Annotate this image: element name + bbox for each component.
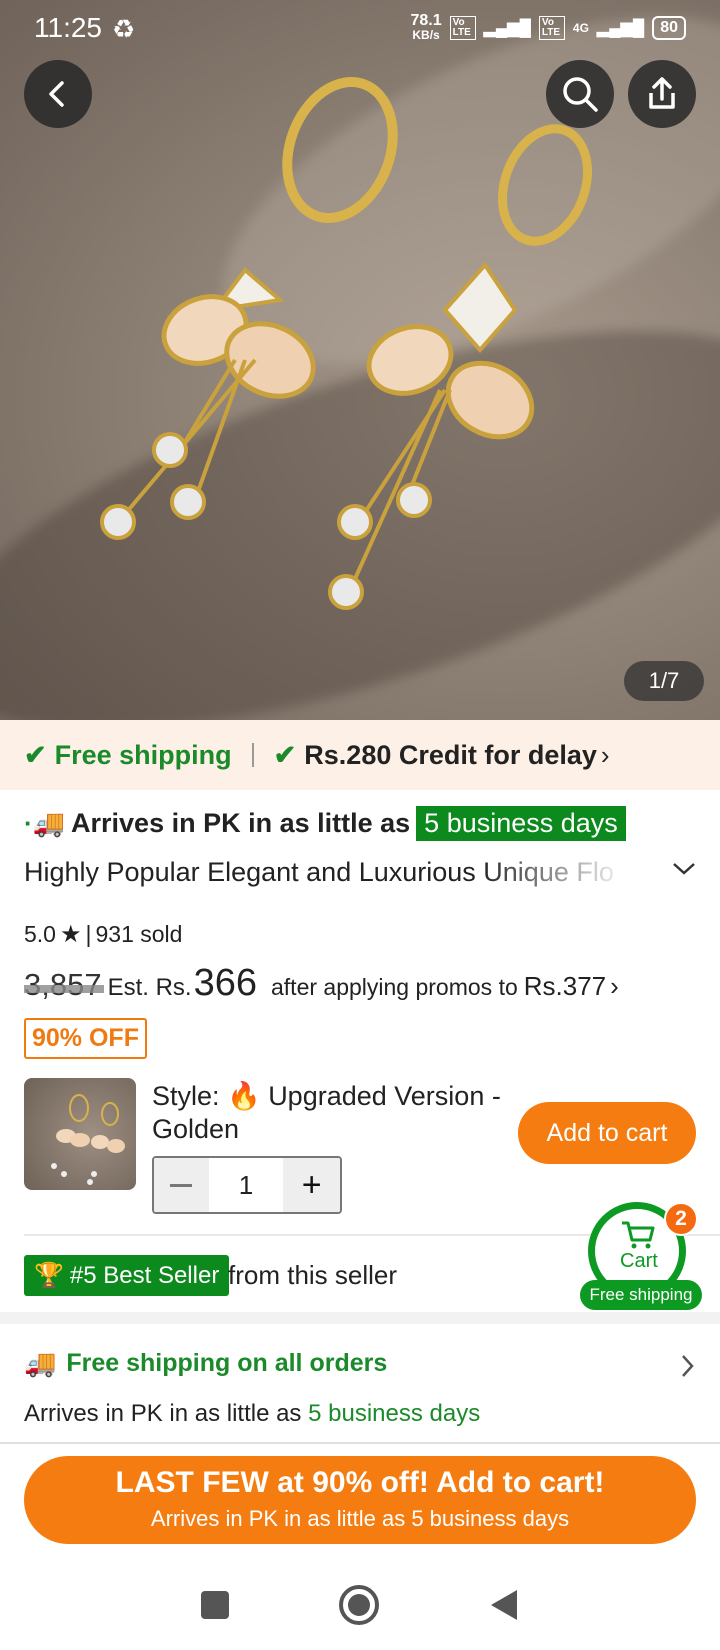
status-time: 11:25 <box>34 12 102 43</box>
arrival-days-badge: 5 business days <box>416 806 626 841</box>
best-seller-badge[interactable]: 🏆 #5 Best Seller <box>24 1255 230 1296</box>
trophy-icon: 🏆 <box>34 1262 64 1289</box>
chevron-right-icon: › <box>610 971 619 1001</box>
free-shipping-label: Free shipping <box>54 739 232 770</box>
add-to-cart-button[interactable]: Add to cart <box>518 1102 696 1164</box>
delay-credit-label: Rs.280 Credit for delay <box>304 739 597 770</box>
earrings-illustration <box>100 77 593 610</box>
delivery-truck-icon: ·🚚 <box>24 808 66 838</box>
check-icon: ✔ <box>24 739 47 770</box>
shipping-arrival-text: Arrives in PK in as little as <box>24 1400 302 1427</box>
recents-button[interactable] <box>201 1591 229 1619</box>
divider <box>251 743 254 767</box>
home-dot <box>348 1594 370 1616</box>
price-row[interactable]: 3,857 Est. Rs. 366 after applying promos… <box>24 962 619 1005</box>
back-button[interactable] <box>24 60 92 128</box>
variant-thumbnail[interactable] <box>24 1078 136 1190</box>
check-icon: ✔ <box>273 739 297 770</box>
cart-icon <box>622 1221 655 1249</box>
floating-cart-button[interactable]: Cart 2 Free shipping <box>580 1202 702 1310</box>
arrival-text: Arrives in PK in as little as <box>71 808 411 838</box>
style-selection[interactable]: Style: 🔥 Upgraded Version - Golden <box>152 1080 512 1146</box>
star-icon: ★ <box>59 921 82 948</box>
network-type: 4G <box>572 21 589 35</box>
style-label: Style: <box>152 1081 220 1111</box>
rating-row[interactable]: 5.0 ★ | 931 sold <box>24 920 182 949</box>
home-button[interactable] <box>339 1585 379 1625</box>
divider <box>0 1442 720 1444</box>
chevron-left-icon <box>49 81 64 107</box>
cart-count-badge: 2 <box>664 1202 698 1236</box>
sync-icon: ♻ <box>112 14 136 44</box>
cart-label: Cart <box>620 1250 658 1272</box>
shipping-arrival-info: Arrives in PK in as little as 5 business… <box>24 1400 480 1428</box>
system-navigation-bar <box>0 1560 720 1650</box>
decrease-button[interactable] <box>154 1158 209 1212</box>
search-icon <box>563 77 598 112</box>
promo-price: Rs.377 <box>523 971 607 1001</box>
free-shipping-section[interactable]: 🚚 Free shipping on all orders <box>24 1348 387 1379</box>
est-price: 366 <box>193 962 257 1004</box>
status-bar: 11:25 ♻ 78.1 KB/s Vo LTE ▂▄▆█ Vo LTE 4G … <box>0 8 720 48</box>
chevron-right-icon[interactable] <box>678 1352 698 1380</box>
minus-icon <box>170 1183 193 1187</box>
share-icon <box>649 77 675 109</box>
discount-badge: 90% OFF <box>24 1018 147 1059</box>
chevron-right-icon: › <box>600 739 610 770</box>
image-counter: 1/7 <box>624 661 704 701</box>
flame-icon: 🔥 <box>227 1081 261 1111</box>
chevron-down-icon[interactable] <box>670 858 698 880</box>
back-nav-button[interactable] <box>489 1588 519 1622</box>
from-seller-text: from this seller <box>228 1260 398 1290</box>
battery-icon: 80 <box>652 16 686 40</box>
volte-icon: Vo LTE <box>538 16 565 40</box>
cart-free-shipping: Free shipping <box>580 1280 702 1310</box>
delivery-truck-icon: 🚚 <box>24 1348 57 1378</box>
quantity-stepper[interactable]: 1 + <box>152 1156 342 1214</box>
signal-icon: ▂▄▆█ <box>596 20 645 37</box>
free-shipping-all-orders: Free shipping on all orders <box>66 1349 388 1377</box>
product-image[interactable]: 11:25 ♻ 78.1 KB/s Vo LTE ▂▄▆█ Vo LTE 4G … <box>0 0 720 720</box>
cta-subtitle: Arrives in PK in as little as 5 business… <box>150 1506 570 1531</box>
promo-text: after applying promos to <box>271 974 518 1000</box>
share-button[interactable] <box>628 60 696 128</box>
signal-icon: ▂▄▆█ <box>483 20 531 37</box>
shipping-arrival-days: 5 business days <box>308 1400 481 1427</box>
rating-value: 5.0 <box>24 921 56 947</box>
best-seller-label: #5 Best Seller <box>69 1261 220 1289</box>
original-price: 3,857 <box>24 967 104 1002</box>
earrings-thumbnail-illustration <box>51 1094 125 1185</box>
separator: | <box>85 921 92 947</box>
last-few-add-to-cart-button[interactable]: LAST FEW at 90% off! Add to cart! Arrive… <box>24 1456 696 1544</box>
title-fade <box>480 852 630 892</box>
cta-title: LAST FEW at 90% off! Add to cart! <box>115 1466 605 1499</box>
section-separator <box>0 1312 720 1324</box>
increase-button[interactable]: + <box>283 1158 340 1212</box>
est-label: Est. Rs. <box>107 974 192 1001</box>
search-button[interactable] <box>546 60 614 128</box>
shipping-strip[interactable]: ✔ Free shipping ✔ Rs.280 Credit for dela… <box>0 720 720 790</box>
net-speed: 78.1 KB/s <box>410 12 442 43</box>
volte-icon: Vo LTE <box>449 16 476 40</box>
sold-count: 931 sold <box>95 921 183 947</box>
arrival-info: ·🚚 Arrives in PK in as little as 5 busin… <box>24 806 626 841</box>
quantity-value[interactable]: 1 <box>209 1158 283 1212</box>
status-indicators: 78.1 KB/s Vo LTE ▂▄▆█ Vo LTE 4G ▂▄▆█ 80 <box>410 12 686 43</box>
